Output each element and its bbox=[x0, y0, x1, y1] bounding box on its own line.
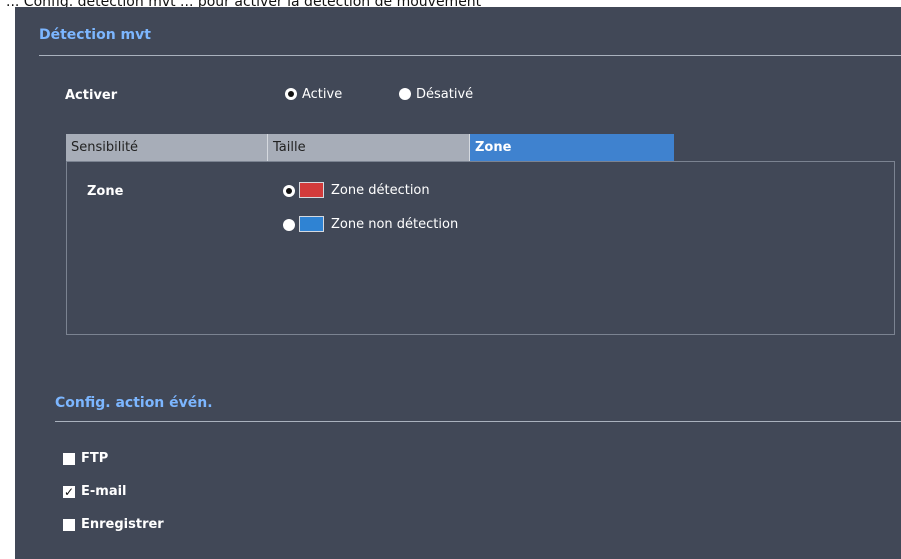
motion-detection-title: Détection mvt bbox=[39, 27, 151, 43]
event-action-divider bbox=[55, 421, 901, 422]
settings-panel: Détection mvt Activer Active Désativé Se… bbox=[15, 7, 901, 559]
zone-detection-radio[interactable] bbox=[283, 185, 295, 197]
motion-tabs: Sensibilité Taille Zone bbox=[66, 134, 674, 161]
blue-zone-color-swatch bbox=[299, 216, 324, 232]
ftp-label[interactable]: FTP bbox=[81, 451, 108, 466]
tab-sensitivity[interactable]: Sensibilité bbox=[66, 134, 268, 161]
event-action-title: Config. action évén. bbox=[55, 395, 213, 411]
zone-non-detection-radio[interactable] bbox=[283, 219, 295, 231]
email-label[interactable]: E-mail bbox=[81, 484, 127, 499]
zone-tab-content bbox=[66, 161, 895, 335]
record-label[interactable]: Enregistrer bbox=[81, 517, 164, 532]
active-radio[interactable] bbox=[285, 88, 297, 100]
enable-label: Activer bbox=[65, 88, 118, 103]
motion-detection-page: ... Config. détection mvt ... pour activ… bbox=[0, 0, 901, 559]
motion-detection-divider bbox=[39, 55, 901, 56]
zone-non-detection-label[interactable]: Zone non détection bbox=[331, 217, 458, 232]
tab-size[interactable]: Taille bbox=[268, 134, 470, 161]
active-option-label[interactable]: Active bbox=[302, 87, 342, 102]
tab-zone[interactable]: Zone bbox=[470, 134, 674, 161]
zone-label: Zone bbox=[87, 184, 124, 199]
disabled-option-label[interactable]: Désativé bbox=[416, 87, 473, 102]
disabled-radio[interactable] bbox=[399, 88, 411, 100]
record-checkbox[interactable] bbox=[63, 519, 75, 531]
zone-detection-label[interactable]: Zone détection bbox=[331, 183, 430, 198]
red-zone-color-swatch bbox=[299, 182, 324, 198]
ftp-checkbox[interactable] bbox=[63, 453, 75, 465]
email-checkbox[interactable]: ✓ bbox=[63, 486, 75, 498]
